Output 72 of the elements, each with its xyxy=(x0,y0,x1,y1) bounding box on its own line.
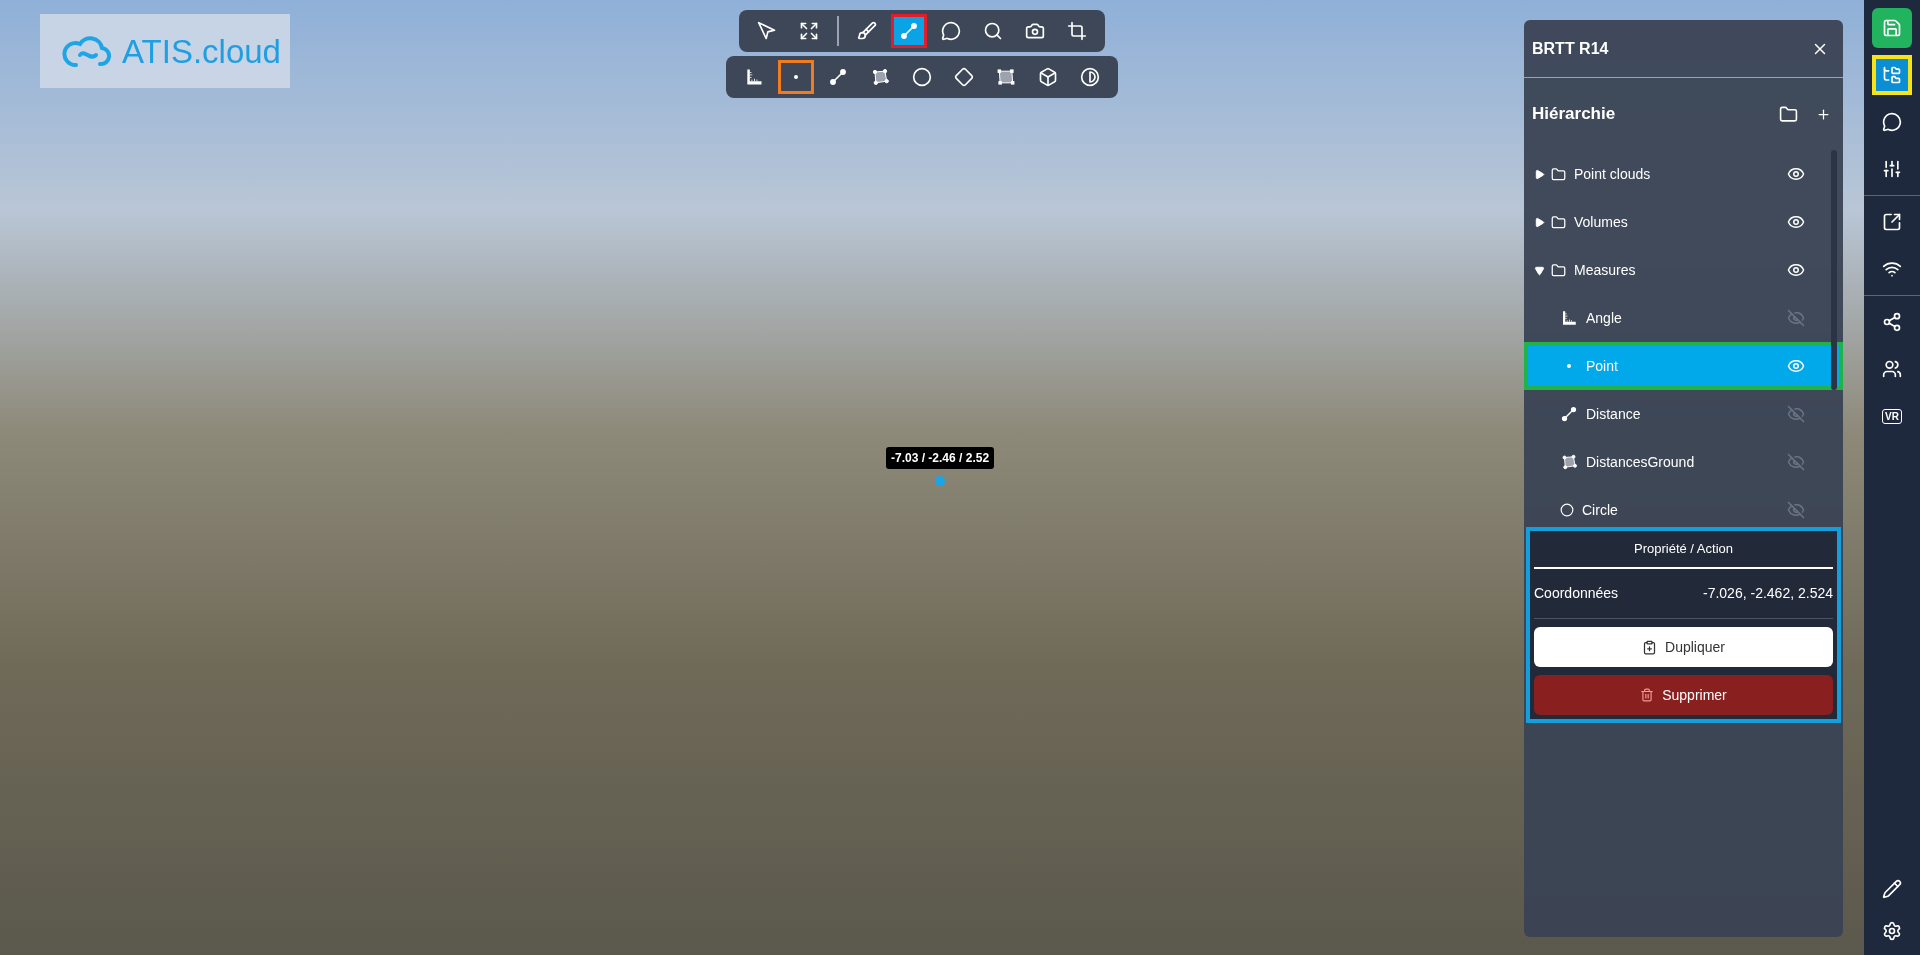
scrollbar[interactable] xyxy=(1831,150,1837,390)
expand-icon xyxy=(798,21,819,41)
dot-icon xyxy=(793,75,798,79)
tree-label: Circle xyxy=(1582,500,1619,520)
caret-down-icon[interactable] xyxy=(1534,264,1545,276)
logo-text: ATIS.cloud xyxy=(122,34,281,68)
brush-icon xyxy=(856,21,877,41)
speech-bubble-icon xyxy=(1882,112,1902,132)
folder-tree-icon xyxy=(1882,65,1902,85)
quad-area-icon xyxy=(995,67,1016,87)
line-segment-icon xyxy=(827,67,848,87)
ruler-angle-icon xyxy=(1560,309,1578,327)
eye-icon[interactable] xyxy=(1787,261,1805,279)
share-icon xyxy=(1882,312,1902,332)
line-segment-icon xyxy=(1560,405,1578,423)
half-circle-icon xyxy=(1079,67,1100,87)
section-title: Hiérarchie xyxy=(1532,103,1616,126)
users-icon xyxy=(1882,359,1902,379)
line-segment-icon xyxy=(898,21,919,41)
coordinate-label: -7.03 / -2.46 / 2.52 xyxy=(886,447,995,469)
circle-icon xyxy=(911,67,932,87)
settings-icon xyxy=(1882,921,1902,941)
speech-bubble-icon xyxy=(940,21,961,41)
trash-icon xyxy=(1640,688,1655,702)
clipboard-plus-icon xyxy=(1642,639,1658,655)
pencil-icon xyxy=(1882,879,1902,899)
tree-label: DistancesGround xyxy=(1586,452,1696,472)
caret-right-icon[interactable] xyxy=(1534,168,1545,180)
tree-label: Point xyxy=(1586,356,1619,376)
tree-row[interactable]: DistancesGround xyxy=(1524,438,1843,486)
eye-icon[interactable] xyxy=(1787,213,1805,231)
folder-icon xyxy=(1551,214,1566,230)
section-title: Propriété / Action xyxy=(1634,540,1733,559)
tree-row[interactable]: Distance xyxy=(1524,390,1843,438)
point-marker xyxy=(935,476,945,486)
folder-icon xyxy=(1551,262,1566,278)
add-button[interactable] xyxy=(1816,106,1831,122)
tree-label: Distance xyxy=(1586,404,1642,424)
tree-row[interactable]: Measures xyxy=(1524,246,1843,294)
vr-button[interactable]: VR xyxy=(1872,396,1912,436)
tree-label: Measures xyxy=(1574,260,1637,280)
tool-button[interactable] xyxy=(890,14,927,48)
dot-icon xyxy=(1567,364,1571,368)
tree-row[interactable]: Volumes xyxy=(1524,198,1843,246)
camera-icon xyxy=(1024,21,1045,41)
cloud-logo-icon xyxy=(62,33,114,69)
diamond-icon xyxy=(953,67,974,87)
delete-button[interactable]: Supprimer xyxy=(1534,675,1833,715)
arrow-pointer-icon xyxy=(756,21,777,41)
search-icon xyxy=(982,21,1003,41)
panel-title: BRTT R14 xyxy=(1532,38,1609,59)
eye-icon[interactable] xyxy=(1787,165,1805,183)
duplicate-button[interactable]: Dupliquer xyxy=(1534,627,1833,667)
caret-right-icon[interactable] xyxy=(1534,216,1545,228)
tree-label: Volumes xyxy=(1574,212,1629,232)
property-label: Coordonnées xyxy=(1534,584,1619,603)
new-folder-button[interactable] xyxy=(1779,104,1798,124)
tree-row[interactable]: Point clouds xyxy=(1524,150,1843,198)
wifi-icon xyxy=(1882,259,1902,279)
sliders-icon xyxy=(1882,159,1902,179)
tree-label: Point clouds xyxy=(1574,164,1652,184)
polygon-icon xyxy=(1560,453,1578,471)
circle-icon xyxy=(1560,503,1574,517)
external-link-icon xyxy=(1882,212,1902,232)
cube-icon xyxy=(1037,67,1058,87)
tree-row[interactable]: Circle xyxy=(1524,486,1843,527)
save-icon xyxy=(1882,18,1902,38)
property-value: -7.026, -2.462, 2.524 xyxy=(1703,584,1833,603)
tree-label: Angle xyxy=(1586,308,1623,328)
crop-icon xyxy=(1066,21,1087,41)
tree-row[interactable]: Angle xyxy=(1524,294,1843,342)
folder-icon xyxy=(1551,166,1566,182)
